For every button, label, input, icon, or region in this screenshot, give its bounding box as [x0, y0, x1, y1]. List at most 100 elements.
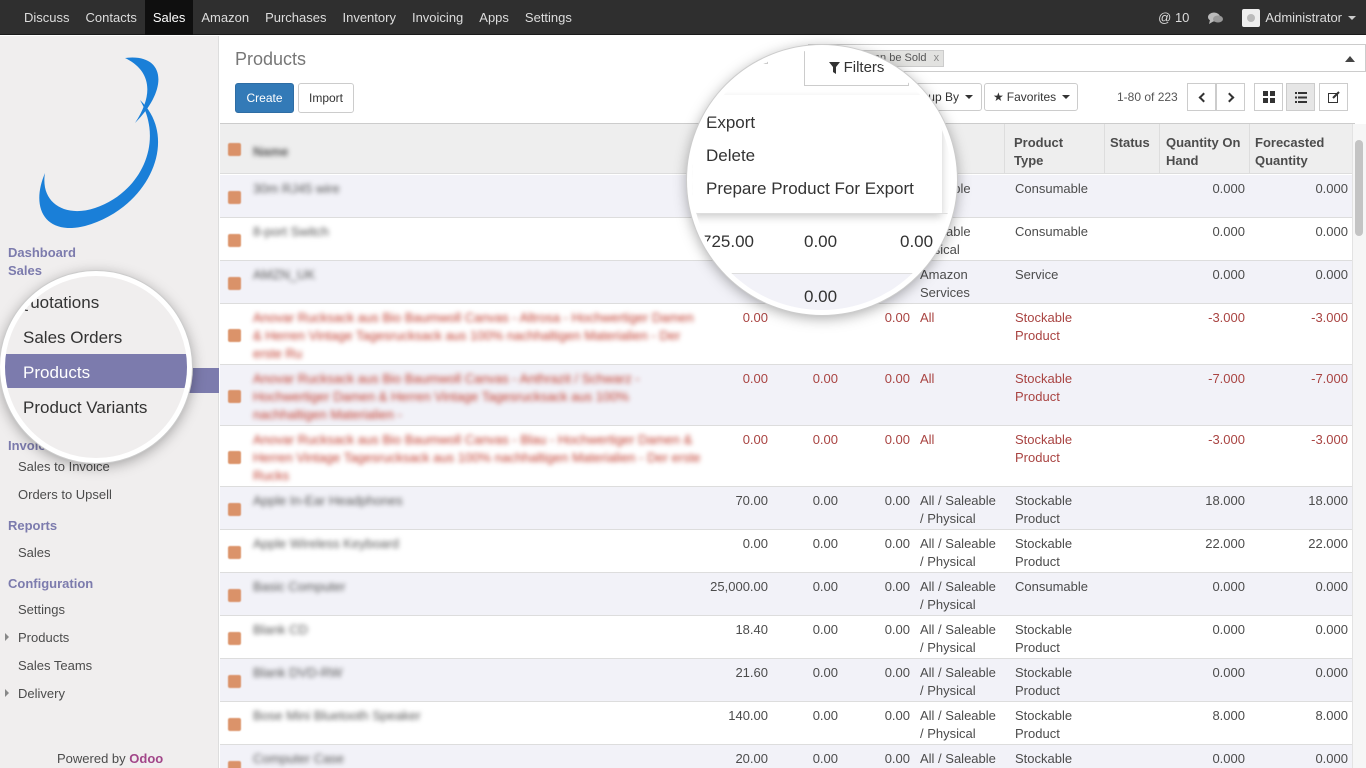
sidebar-item-product-variants[interactable]: Product Variants — [23, 398, 147, 418]
sidebar-item-quotations[interactable]: Quotations — [17, 293, 99, 313]
menu-discuss[interactable]: Discuss — [16, 0, 78, 35]
table-row[interactable]: Anovar Rucksack aus Bio Baumwoll Canvas … — [220, 304, 1355, 365]
row-checkbox[interactable] — [228, 328, 241, 342]
sidebar-item-sales-teams[interactable]: Sales Teams — [18, 658, 92, 673]
menu-contacts[interactable]: Contacts — [78, 0, 145, 35]
product-name[interactable]: AMZN_UK — [253, 266, 703, 284]
next-page-button[interactable] — [1216, 83, 1245, 111]
sidebar-item-settings[interactable]: Settings — [18, 602, 65, 617]
pager-value[interactable]: 1-80 of 223 — [1117, 90, 1178, 104]
expand-arrow-icon[interactable] — [5, 689, 9, 697]
row-checkbox[interactable] — [228, 631, 241, 645]
table-row[interactable]: Apple Wireless Keyboard 0.00 0.00 0.00 All /… — [220, 530, 1355, 573]
row-checkbox[interactable] — [228, 674, 241, 688]
column-header-name[interactable]: Name — [253, 143, 288, 161]
product-name[interactable]: Anovar Rucksack aus Bio Baumwoll Canvas … — [253, 431, 703, 485]
row-checkbox[interactable] — [228, 389, 241, 403]
sidebar-item-delivery[interactable]: Delivery — [18, 686, 65, 701]
sales-price: 0.00 — [742, 310, 768, 325]
table-row[interactable]: Blank DVD-RW 21.60 0.00 0.00 All / Saleable /… — [220, 659, 1355, 702]
product-name[interactable]: Basic Computer — [253, 578, 703, 596]
row-checkbox[interactable] — [228, 545, 241, 559]
remove-facet-icon[interactable]: x — [934, 52, 940, 64]
menu-item-export[interactable]: Export — [706, 113, 755, 133]
sidebar-item-config-products[interactable]: Products — [18, 630, 69, 645]
menu-apps[interactable]: Apps — [471, 0, 517, 35]
powered-by: Powered by Odoo — [57, 751, 163, 766]
previous-page-button[interactable] — [1187, 83, 1216, 111]
quantity-on-hand: 18.000 — [1205, 493, 1245, 508]
product-name[interactable]: Blank CD — [253, 621, 703, 639]
sidebar-section-dashboard[interactable]: Dashboard — [8, 245, 76, 260]
column-header-status[interactable]: Status — [1110, 134, 1150, 152]
user-menu[interactable]: Administrator — [1242, 8, 1356, 27]
scrollbar-thumb[interactable] — [1355, 140, 1363, 236]
column-header-product-type[interactable]: Product Type — [1014, 134, 1094, 170]
type-line: Product — [1015, 511, 1060, 526]
menu-item-prepare-export[interactable]: Prepare Product For Export — [706, 179, 914, 199]
product-name[interactable]: Apple In-Ear Headphones — [253, 492, 703, 510]
menu-invoicing[interactable]: Invoicing — [404, 0, 471, 35]
sidebar-item-sales-orders[interactable]: Sales Orders — [23, 328, 122, 348]
chat-icon[interactable] — [1207, 11, 1224, 25]
table-row[interactable]: Blank CD 18.40 0.00 0.00 All / Saleable / Phy… — [220, 616, 1355, 659]
product-name[interactable]: Bose Mini Bluetooth Speaker — [253, 707, 703, 725]
table-row[interactable]: Bose Mini Bluetooth Speaker 140.00 0.00 0.0… — [220, 702, 1355, 745]
sidebar-item-reports-sales[interactable]: Sales — [18, 545, 51, 560]
product-name[interactable]: Blank DVD-RW — [253, 664, 703, 682]
menu-settings[interactable]: Settings — [517, 0, 580, 35]
odoo-link[interactable]: Odoo — [129, 751, 163, 766]
menu-item-delete[interactable]: Delete — [706, 146, 755, 166]
product-name[interactable]: 30m RJ45 wire — [253, 180, 703, 198]
table-row[interactable]: Computer Case 20.00 0.00 0.00 All / Saleable… — [220, 745, 1355, 768]
expand-arrow-icon[interactable] — [5, 633, 9, 641]
table-row[interactable]: Basic Computer 25,000.00 0.00 0.00 All / Sal… — [220, 573, 1355, 616]
type-line: Stockable — [1015, 493, 1073, 508]
select-all-checkbox[interactable] — [228, 143, 241, 156]
favorites-button[interactable]: ★ Favorites — [984, 83, 1078, 111]
product-name[interactable]: Computer Case — [253, 750, 703, 768]
column-header-quantity-on-hand[interactable]: Quantity On Hand — [1166, 134, 1256, 170]
menu-purchases[interactable]: Purchases — [257, 0, 334, 35]
row-checkbox[interactable] — [228, 276, 241, 290]
action-button[interactable] — [710, 50, 768, 64]
import-button[interactable]: Import — [298, 83, 354, 113]
internal-category: All / Saleable/ Physical — [920, 750, 1004, 768]
category-line: All / Saleable — [920, 536, 996, 551]
category-line: All / Saleable — [920, 665, 996, 680]
product-type: Stockable Product — [1015, 309, 1105, 345]
form-view-button[interactable] — [1319, 83, 1348, 111]
product-name[interactable]: Anovar Rucksack aus Bio Baumwoll Canvas … — [253, 370, 703, 424]
forecasted-quantity: 0.000 — [1315, 579, 1348, 594]
mentions-indicator[interactable]: @ 10 — [1158, 10, 1189, 25]
product-name[interactable]: Anovar Rucksack aus Bio Baumwoll Canvas … — [253, 309, 703, 363]
quantity-on-hand: 0.000 — [1212, 622, 1245, 637]
type-line: Stockable — [1015, 665, 1073, 680]
kanban-view-button[interactable] — [1254, 83, 1283, 111]
filters-button[interactable]: Filters — [804, 50, 909, 86]
create-button[interactable]: Create — [235, 83, 294, 113]
product-name[interactable]: Apple Wireless Keyboard — [253, 535, 703, 553]
search-toggle-icon[interactable] — [1345, 56, 1355, 62]
menu-sales[interactable]: Sales — [144, 0, 194, 35]
product-type: Stockable Product — [1015, 370, 1105, 406]
row-checkbox[interactable] — [228, 717, 241, 731]
row-checkbox[interactable] — [228, 450, 241, 464]
column-header-forecasted-quantity[interactable]: Forecasted Quantity — [1255, 134, 1345, 170]
menu-inventory[interactable]: Inventory — [334, 0, 403, 35]
table-row[interactable]: Anovar Rucksack aus Bio Baumwoll Canvas … — [220, 426, 1355, 487]
table-row[interactable]: Anovar Rucksack aus Bio Baumwoll Canvas … — [220, 365, 1355, 426]
row-checkbox[interactable] — [228, 760, 241, 768]
extra-value: 0.00 — [884, 622, 910, 637]
row-checkbox[interactable] — [228, 190, 241, 204]
table-row[interactable]: Apple In-Ear Headphones 70.00 0.00 0.00 All … — [220, 487, 1355, 530]
list-view-button[interactable] — [1286, 83, 1315, 111]
product-name[interactable]: 8-port Switch — [253, 223, 703, 241]
row-checkbox[interactable] — [228, 233, 241, 247]
sidebar-item-products[interactable]: Products — [23, 363, 90, 383]
menu-amazon[interactable]: Amazon — [193, 0, 257, 35]
type-line: Product — [1015, 554, 1060, 569]
sidebar-item-orders-to-upsell[interactable]: Orders to Upsell — [18, 487, 112, 502]
row-checkbox[interactable] — [228, 588, 241, 602]
row-checkbox[interactable] — [228, 502, 241, 516]
